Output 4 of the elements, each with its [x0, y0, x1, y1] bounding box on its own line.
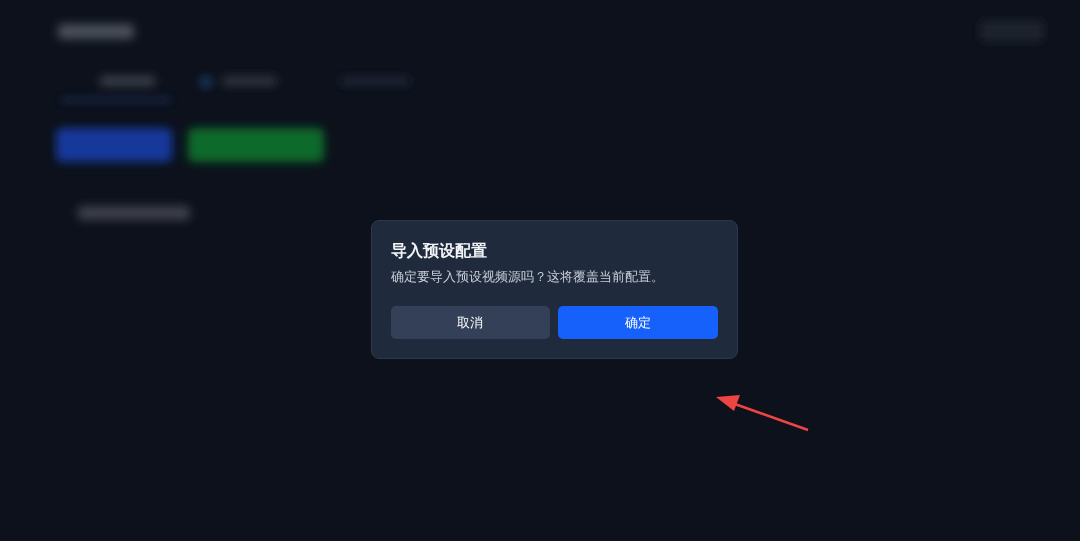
- dialog-message: 确定要导入预设视频源吗？这将覆盖当前配置。: [390, 267, 665, 286]
- dialog-title: 导入预设配置: [390, 240, 488, 260]
- confirm-button[interactable]: 确定: [558, 306, 718, 340]
- cancel-button[interactable]: 取消: [390, 306, 550, 340]
